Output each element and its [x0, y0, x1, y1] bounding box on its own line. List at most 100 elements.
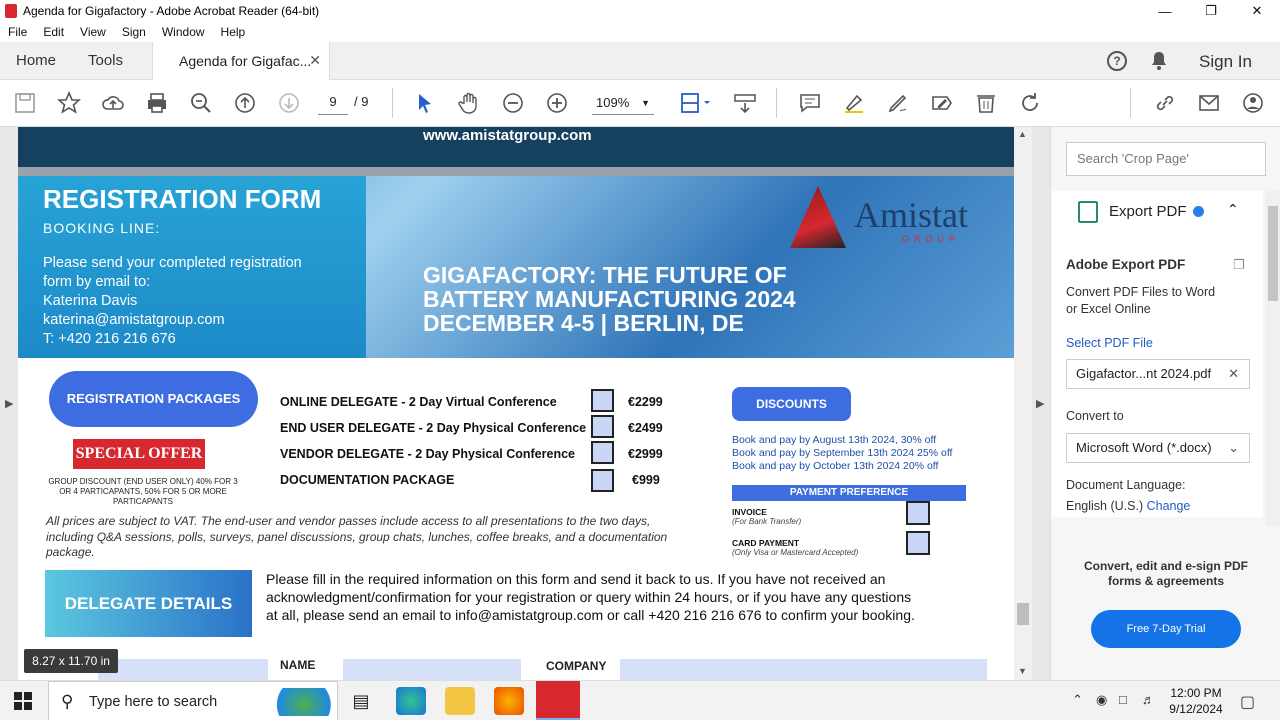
taskbar-search[interactable]: ⚲ Type here to search [48, 681, 338, 720]
tab-tools[interactable]: Tools [88, 52, 123, 69]
notification-center-icon[interactable]: ▢ [1240, 692, 1255, 712]
print-icon[interactable] [145, 91, 169, 115]
event-banner: REGISTRATION FORM BOOKING LINE: Please s… [18, 176, 1014, 358]
upload-cloud-icon[interactable] [101, 91, 125, 115]
firefox-icon[interactable] [494, 687, 524, 715]
event-title: GIGAFACTORY: THE FUTURE OF BATTERY MANUF… [423, 263, 796, 335]
company-field[interactable] [620, 659, 987, 680]
scroll-up-icon[interactable]: ▲ [1018, 129, 1027, 139]
name-field[interactable] [343, 659, 521, 680]
toolbar-divider [1130, 88, 1131, 118]
contact-phone: T: +420 216 216 676 [43, 331, 176, 347]
system-clock[interactable]: 12:00 PM 9/12/2024 [1164, 685, 1228, 717]
menu-window[interactable]: Window [162, 25, 205, 39]
notification-bell-icon[interactable] [1150, 51, 1168, 71]
tool-search-input[interactable]: Search 'Crop Page' [1066, 142, 1266, 176]
zoom-search-icon[interactable] [189, 91, 213, 115]
menu-sign[interactable]: Sign [122, 25, 146, 39]
package-checkbox[interactable] [591, 389, 614, 412]
export-pdf-title[interactable]: Export PDF [1109, 203, 1187, 220]
delegate-details-label: DELEGATE DETAILS [45, 570, 252, 637]
zoom-in-icon[interactable] [545, 91, 569, 115]
network-icon[interactable]: □ [1119, 692, 1127, 707]
share-link-icon[interactable] [1153, 91, 1177, 115]
page-number-input[interactable]: 9 [318, 91, 348, 115]
menu-help[interactable]: Help [221, 25, 246, 39]
format-select[interactable]: Microsoft Word (*.docx) ⌄ [1066, 433, 1250, 463]
fill-sign-icon[interactable] [930, 91, 954, 115]
save-icon[interactable] [13, 91, 37, 115]
menu-edit[interactable]: Edit [43, 25, 64, 39]
maximize-button[interactable]: ❐ [1188, 0, 1234, 22]
volume-icon[interactable]: ♬ [1142, 692, 1155, 707]
task-view-icon[interactable]: ▤ [346, 687, 376, 715]
highlight-pen-icon[interactable] [842, 91, 866, 115]
package-checkbox[interactable] [591, 415, 614, 438]
edge-browser-icon[interactable] [396, 687, 426, 715]
zoom-value: 109% [596, 95, 630, 110]
draw-pen-icon[interactable] [886, 91, 910, 115]
zoom-out-icon[interactable] [501, 91, 525, 115]
sign-in-button[interactable]: Sign In [1199, 52, 1252, 72]
document-scrollbar[interactable]: ▲ ▼ [1014, 127, 1032, 680]
email-icon[interactable] [1197, 91, 1221, 115]
package-checkbox[interactable] [591, 469, 614, 492]
tab-home[interactable]: Home [16, 52, 56, 69]
free-trial-button[interactable]: Free 7-Day Trial [1091, 610, 1241, 648]
windows-taskbar: ⚲ Type here to search ▤ ⌃ ◉ □ ♬ 12:00 PM… [0, 680, 1280, 720]
minimize-button[interactable]: — [1142, 0, 1188, 22]
page-fit-icon[interactable] [679, 91, 713, 115]
document-viewer[interactable]: ▶ ▶ www.amistatgroup.com REGISTRATION FO… [0, 127, 1050, 680]
file-explorer-icon[interactable] [445, 687, 475, 715]
close-tab-icon[interactable]: ✕ [309, 52, 321, 69]
right-tools-panel: Search 'Crop Page' Export PDF ⌃ Adobe Ex… [1050, 127, 1280, 680]
invoice-checkbox[interactable] [906, 501, 930, 525]
change-language-link[interactable]: Change [1147, 499, 1191, 513]
copy-icon[interactable]: ❐ [1233, 257, 1245, 273]
delete-trash-icon[interactable] [974, 91, 998, 115]
menu-view[interactable]: View [80, 25, 106, 39]
previous-page-icon[interactable] [233, 91, 257, 115]
clear-file-icon[interactable]: ✕ [1228, 360, 1239, 388]
comment-icon[interactable] [798, 91, 822, 115]
left-panel-toggle-icon[interactable]: ▶ [5, 397, 13, 410]
contact-line: Please send your completed registration [43, 255, 302, 271]
package-name: DOCUMENTATION PACKAGE [280, 473, 455, 487]
acrobat-taskbar-icon[interactable] [536, 681, 580, 720]
weather-widget-icon[interactable] [263, 688, 331, 716]
title-field[interactable] [98, 659, 268, 680]
zoom-select[interactable]: 109% ▼ [592, 91, 654, 115]
rotate-icon[interactable] [1018, 91, 1042, 115]
panel-scrollbar-thumb[interactable] [1268, 206, 1278, 301]
right-panel-toggle-icon[interactable]: ▶ [1036, 397, 1044, 410]
scroll-mode-icon[interactable] [733, 91, 757, 115]
card-payment-checkbox[interactable] [906, 531, 930, 555]
tray-chevron-icon[interactable]: ⌃ [1072, 692, 1083, 708]
export-description: or Excel Online [1066, 302, 1151, 316]
export-pdf-panel: Export PDF ⌃ Adobe Export PDF ❐ Convert … [1051, 191, 1263, 517]
tab-document[interactable]: Agenda for Gigafac... ✕ [152, 42, 330, 81]
chevron-up-icon[interactable]: ⌃ [1227, 201, 1239, 218]
select-cursor-icon[interactable] [413, 91, 437, 115]
close-button[interactable]: ✕ [1234, 0, 1280, 22]
booking-line-label: BOOKING LINE: [43, 220, 161, 236]
contact-email: katerina@amistatgroup.com [43, 312, 225, 328]
event-title-line: GIGAFACTORY: THE FUTURE OF [423, 262, 787, 288]
start-button[interactable] [14, 692, 32, 710]
panel-scrollbar[interactable] [1265, 191, 1280, 526]
help-icon[interactable]: ? [1107, 51, 1127, 71]
discounts-label: DISCOUNTS [732, 387, 851, 421]
next-page-icon[interactable] [277, 91, 301, 115]
selected-file-field[interactable]: Gigafactor...nt 2024.pdf ✕ [1066, 359, 1250, 389]
package-checkbox[interactable] [591, 441, 614, 464]
vat-note: All prices are subject to VAT. The end-u… [46, 514, 668, 559]
share-user-icon[interactable] [1241, 91, 1265, 115]
menu-file[interactable]: File [8, 25, 27, 39]
window-title: Agenda for Gigafactory - Adobe Acrobat R… [23, 4, 320, 18]
hand-tool-icon[interactable] [457, 91, 481, 115]
bookmark-star-icon[interactable] [57, 91, 81, 115]
scroll-down-icon[interactable]: ▼ [1018, 666, 1027, 676]
select-pdf-file-link[interactable]: Select PDF File [1066, 336, 1153, 350]
scrollbar-thumb[interactable] [1017, 603, 1029, 625]
security-tray-icon[interactable]: ◉ [1096, 692, 1107, 708]
